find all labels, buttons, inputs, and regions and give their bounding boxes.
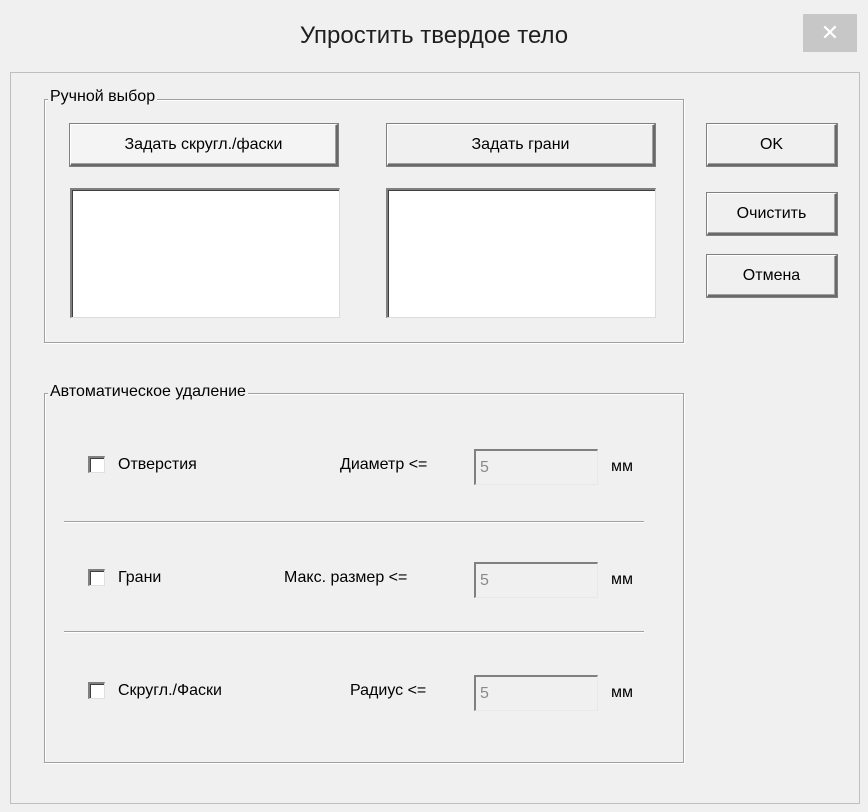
radius-label: Радиус <=: [350, 682, 427, 699]
close-button[interactable]: ✕: [803, 14, 857, 52]
radius-unit: мм: [611, 684, 633, 701]
ok-button[interactable]: OK: [707, 124, 837, 166]
row-separator-2: [64, 631, 644, 633]
diameter-unit: мм: [611, 458, 633, 475]
cancel-button[interactable]: Отмена: [707, 255, 837, 297]
max-size-unit: мм: [611, 571, 633, 588]
holes-label: Отверстия: [118, 456, 197, 473]
set-fillets-chamfers-button[interactable]: Задать скругл./фаски: [70, 124, 338, 166]
dialog-title: Упростить твердое тело: [299, 22, 569, 49]
holes-checkbox[interactable]: [88, 456, 105, 473]
set-faces-button[interactable]: Задать грани: [387, 124, 655, 166]
faces-label: Грани: [118, 569, 162, 586]
max-size-label: Макс. размер <=: [284, 569, 408, 586]
diameter-label: Диаметр <=: [340, 456, 428, 473]
fillets-chamfers-label: Скругл./Фаски: [118, 682, 222, 699]
automatic-removal-legend: Автоматическое удаление: [48, 383, 248, 401]
row-separator-1: [64, 521, 644, 523]
faces-list[interactable]: [386, 188, 656, 318]
fillets-chamfers-checkbox[interactable]: [88, 682, 105, 699]
manual-selection-legend: Ручной выбор: [48, 88, 158, 106]
faces-checkbox[interactable]: [88, 569, 105, 586]
radius-input[interactable]: 5: [474, 675, 598, 711]
fillets-chamfers-list[interactable]: [70, 188, 340, 318]
max-size-input[interactable]: 5: [474, 562, 598, 598]
simplify-solid-dialog: Упростить твердое тело ✕ Ручной выбор За…: [0, 0, 868, 812]
diameter-input[interactable]: 5: [474, 449, 598, 485]
clear-button[interactable]: Очистить: [707, 193, 837, 235]
close-icon: ✕: [820, 20, 840, 45]
